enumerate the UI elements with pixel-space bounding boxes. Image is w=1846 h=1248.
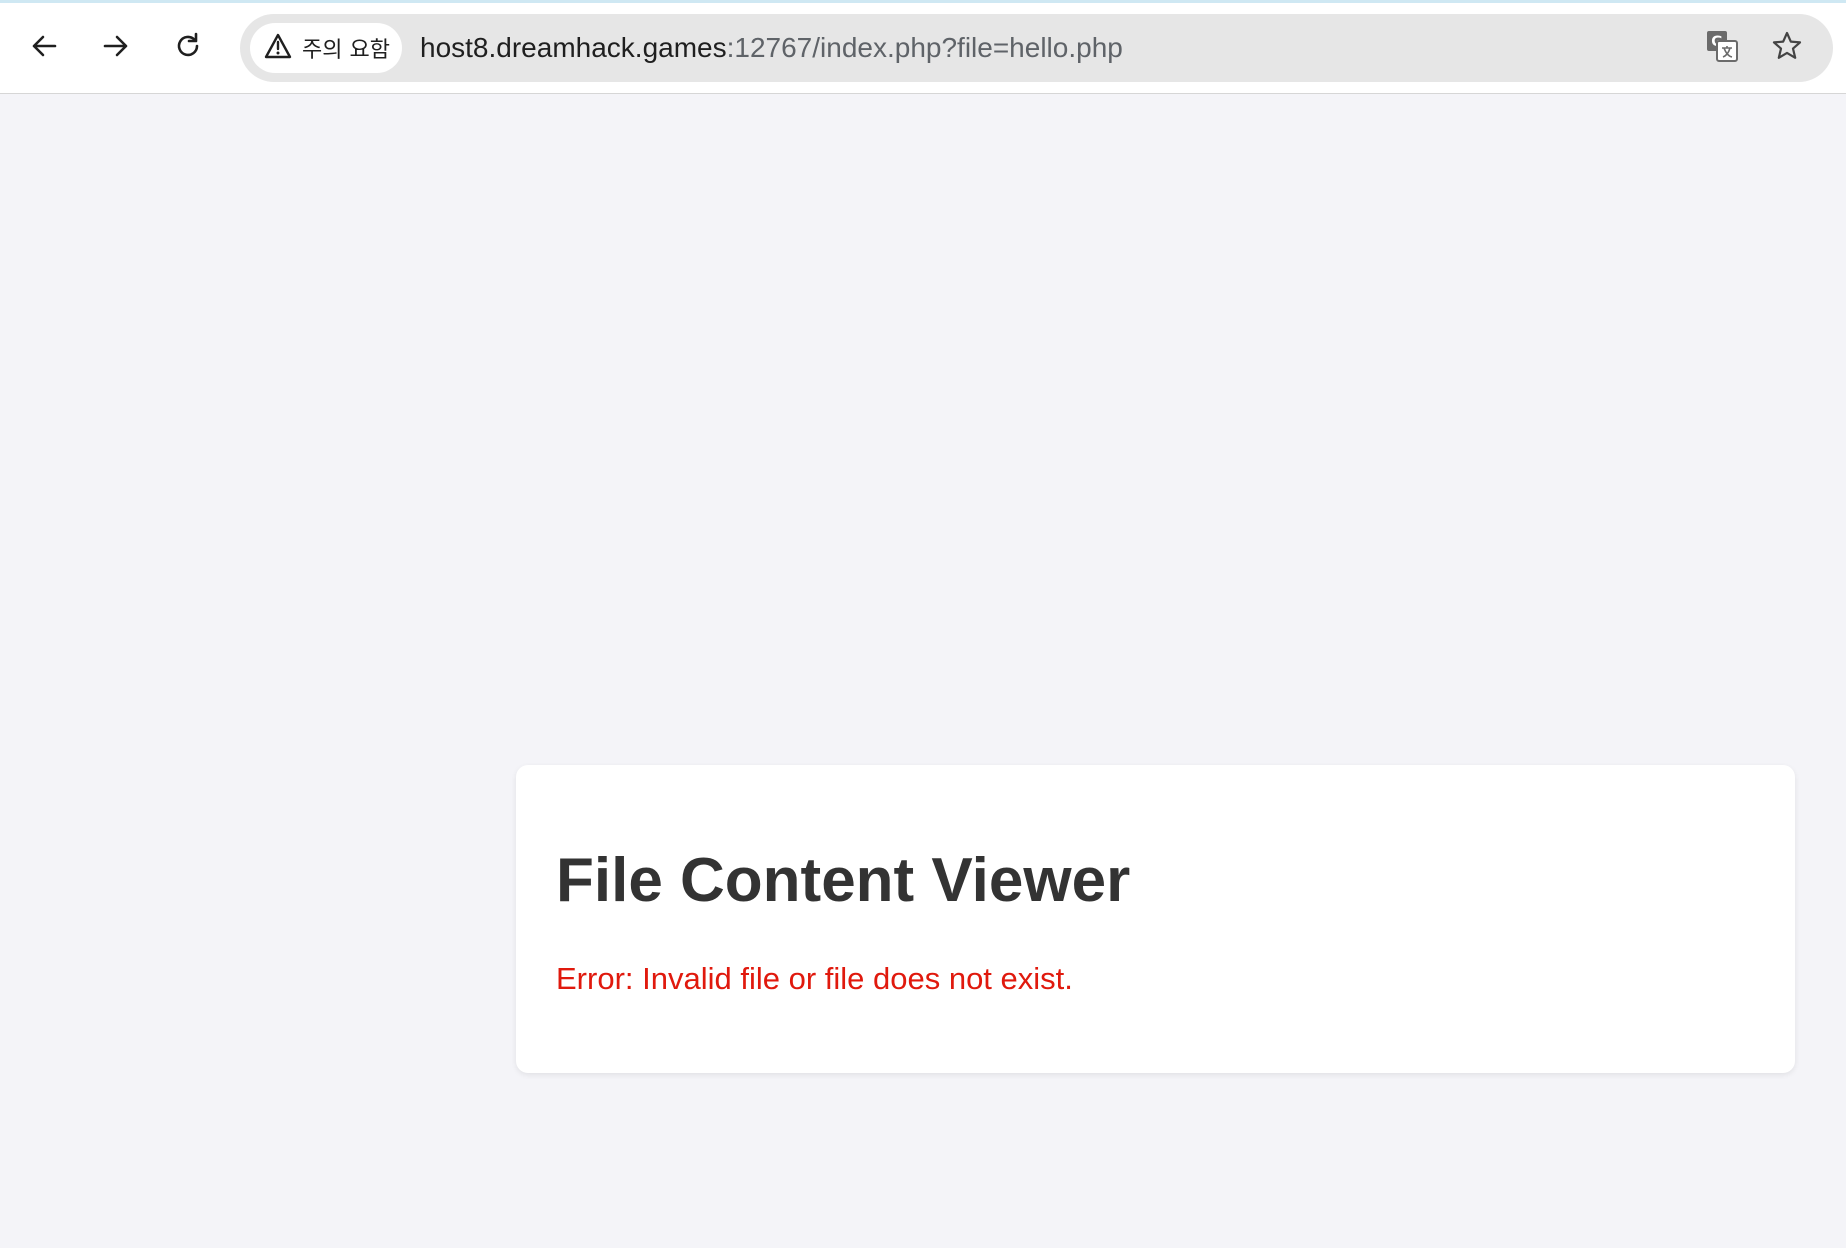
url-host: host8.dreamhack.games [420,32,727,63]
bookmark-button[interactable] [1765,26,1809,70]
url-path: :12767/index.php?file=hello.php [726,32,1123,63]
warning-triangle-icon [264,33,292,64]
url-text[interactable]: host8.dreamhack.games:12767/index.php?fi… [420,14,1123,82]
security-status-label: 주의 요함 [302,38,390,63]
toolbar-accent-line [0,0,1846,3]
reload-icon [173,31,203,61]
forward-arrow-icon [101,31,131,61]
page-title: File Content Viewer [556,846,1131,915]
address-bar[interactable]: 주의 요함 host8.dreamhack.games:12767/index.… [240,14,1833,82]
star-icon [1771,30,1803,67]
back-arrow-icon [29,31,59,61]
error-message: Error: Invalid file or file does not exi… [556,961,1073,996]
translate-button[interactable]: G [1700,26,1744,70]
security-status-chip[interactable]: 주의 요함 [250,23,402,73]
viewer-card: File Content Viewer Error: Invalid file … [516,765,1795,1073]
forward-button[interactable] [90,20,142,72]
reload-button[interactable] [162,20,214,72]
back-button[interactable] [18,20,70,72]
translate-icon: G [1704,28,1740,69]
browser-toolbar: 주의 요함 host8.dreamhack.games:12767/index.… [0,0,1846,94]
